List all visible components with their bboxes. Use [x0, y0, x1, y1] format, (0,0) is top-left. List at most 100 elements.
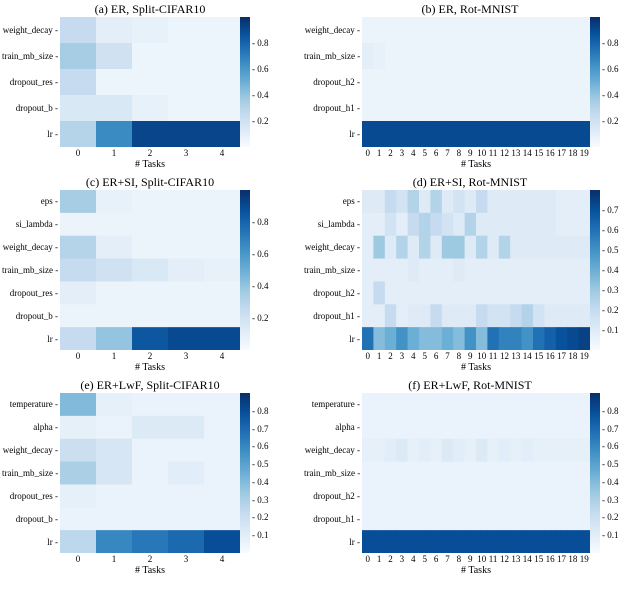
colorbar-tick: - 0.4: [252, 477, 269, 487]
xtick-label: 2: [144, 351, 156, 361]
colorbar-tick: - 0.7: [602, 424, 619, 434]
heatmap-a: [60, 17, 240, 147]
ytick-label: temperature -: [304, 399, 360, 409]
xtick-label: 5: [419, 554, 431, 564]
xtick-label: 12: [499, 554, 511, 564]
colorbar-tick: - 0.2: [602, 305, 619, 315]
title-b: (b) ER, Rot-MNIST: [300, 2, 640, 17]
title-e: (e) ER+LwF, Split-CIFAR10: [0, 378, 300, 393]
xtick-label: 12: [499, 148, 511, 158]
xtick-label: 19: [578, 148, 590, 158]
xtick-label: 16: [544, 554, 556, 564]
ytick-label: dropout_res -: [2, 491, 58, 501]
xtick-label: 11: [487, 351, 499, 361]
colorbar-tick: - 0.4: [602, 265, 619, 275]
colorbar-tick: - 0.4: [602, 90, 619, 100]
xtick-label: 6: [430, 351, 442, 361]
xtick-label: 4: [216, 351, 228, 361]
xtick-label: 9: [464, 148, 476, 158]
panel-d: (d) ER+SI, Rot-MNIST eps -si_lambda -wei…: [300, 175, 640, 378]
ytick-label: dropout_h1 -: [304, 311, 360, 321]
xtick-label: 9: [464, 351, 476, 361]
panel-a: (a) ER, Split-CIFAR10 weight_decay -trai…: [0, 2, 300, 175]
ytick-label: weight_decay -: [2, 25, 58, 35]
colorbar-tick: - 0.2: [602, 116, 619, 126]
colorbar-d: - 0.1- 0.2- 0.3- 0.4- 0.5- 0.6- 0.7: [590, 190, 630, 350]
colorbar-tick: - 0.3: [602, 285, 619, 295]
xtick-label: 10: [476, 554, 488, 564]
heatmap-b: [362, 17, 590, 147]
chart-grid: { "chart_data": [ { "id": "a", "type": "…: [0, 2, 640, 601]
ytick-label: lr -: [304, 129, 360, 139]
xtick-label: 13: [510, 148, 522, 158]
ytick-label: weight_decay -: [304, 25, 360, 35]
xtick-label: 11: [487, 148, 499, 158]
xtick-label: 3: [180, 351, 192, 361]
xtick-label: 3: [180, 148, 192, 158]
colorbar-tick: - 0.4: [252, 281, 269, 291]
ytick-label: lr -: [304, 334, 360, 344]
xtick-label: 14: [521, 554, 533, 564]
xlabel: # Tasks: [362, 362, 590, 373]
colorbar-tick: - 0.1: [602, 325, 619, 335]
xtick-label: 6: [430, 148, 442, 158]
xtick-label: 18: [567, 351, 579, 361]
ytick-label: eps -: [2, 196, 58, 206]
heatmap-d: [362, 190, 590, 350]
yticks-e: temperature -alpha -weight_decay -train_…: [0, 393, 60, 553]
xtick-label: 17: [556, 148, 568, 158]
colorbar-tick: - 0.4: [252, 90, 269, 100]
xtick-label: 6: [430, 554, 442, 564]
ytick-label: si_lambda -: [304, 219, 360, 229]
colorbar-tick: - 0.6: [602, 441, 619, 451]
colorbar-tick: - 0.6: [252, 64, 269, 74]
ytick-label: train_mb_size -: [304, 265, 360, 275]
ytick-label: alpha -: [2, 422, 58, 432]
xtick-label: 8: [453, 148, 465, 158]
xtick-label: 17: [556, 351, 568, 361]
xtick-label: 0: [72, 351, 84, 361]
panel-c: (c) ER+SI, Split-CIFAR10 eps -si_lambda …: [0, 175, 300, 378]
xtick-label: 1: [108, 148, 120, 158]
ytick-label: lr -: [2, 334, 58, 344]
panel-b: (b) ER, Rot-MNIST weight_decay -train_mb…: [300, 2, 640, 175]
colorbar-tick: - 0.6: [602, 225, 619, 235]
title-f: (f) ER+LwF, Rot-MNIST: [300, 378, 640, 393]
xtick-label: 17: [556, 554, 568, 564]
colorbar-tick: - 0.6: [252, 441, 269, 451]
heatmap-c: [60, 190, 240, 350]
title-a: (a) ER, Split-CIFAR10: [0, 2, 300, 17]
xlabel: # Tasks: [60, 159, 240, 170]
colorbar-tick: - 0.6: [252, 249, 269, 259]
colorbar-tick: - 0.8: [252, 406, 269, 416]
xtick-label: 0: [72, 554, 84, 564]
xtick-label: 15: [533, 351, 545, 361]
colorbar-tick: - 0.5: [602, 245, 619, 255]
xtick-label: 2: [385, 554, 397, 564]
ytick-label: temperature -: [2, 399, 58, 409]
xtick-label: 3: [396, 554, 408, 564]
colorbar-tick: - 0.7: [252, 424, 269, 434]
colorbar-tick: - 0.8: [602, 406, 619, 416]
ytick-label: dropout_h2 -: [304, 288, 360, 298]
colorbar-tick: - 0.5: [252, 459, 269, 469]
colorbar-tick: - 0.1: [602, 530, 619, 540]
ytick-label: lr -: [2, 129, 58, 139]
ytick-label: alpha -: [304, 422, 360, 432]
xlabel: # Tasks: [60, 362, 240, 373]
xtick-label: 4: [216, 554, 228, 564]
colorbar-tick: - 0.2: [252, 313, 269, 323]
ytick-label: weight_decay -: [2, 445, 58, 455]
xtick-label: 15: [533, 148, 545, 158]
xtick-label: 2: [385, 148, 397, 158]
ytick-label: dropout_b -: [2, 103, 58, 113]
ytick-label: eps -: [304, 196, 360, 206]
xtick-label: 3: [396, 351, 408, 361]
xtick-label: 1: [108, 351, 120, 361]
xtick-label: 13: [510, 554, 522, 564]
xtick-label: 7: [442, 148, 454, 158]
xtick-label: 2: [144, 554, 156, 564]
title-c: (c) ER+SI, Split-CIFAR10: [0, 175, 300, 190]
colorbar-tick: - 0.3: [602, 495, 619, 505]
ytick-label: lr -: [304, 537, 360, 547]
